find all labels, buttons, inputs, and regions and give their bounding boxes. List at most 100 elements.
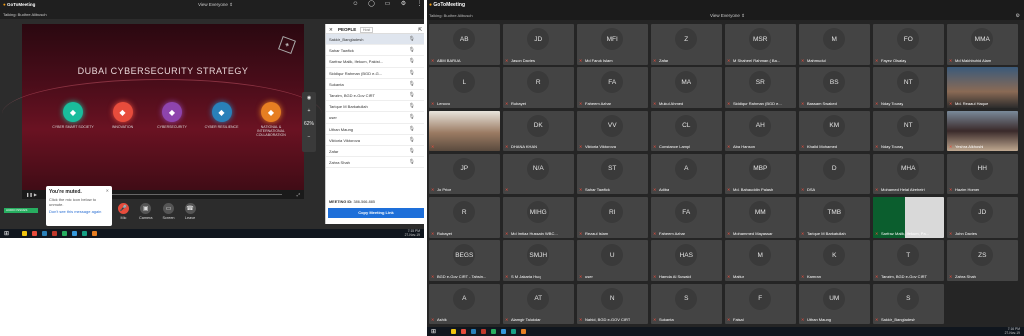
more-icon[interactable]: ⋮ [416, 1, 423, 8]
close-popup-icon[interactable]: ✕ [106, 188, 109, 193]
office-icon[interactable] [52, 231, 57, 236]
participant-tile[interactable]: U ✕ user [577, 240, 648, 281]
participant-tile[interactable]: RI ✕ Rezaul Islam [577, 197, 648, 238]
word-icon[interactable] [501, 329, 506, 334]
people-list-item[interactable]: Siddiqur Rahman (BGD e-G... 🎙 [326, 68, 424, 79]
participant-tile[interactable]: CL ✕ Constance Lampl [651, 110, 722, 152]
participant-tile[interactable]: VV ✕ Viktoria Viktorova [577, 110, 648, 152]
chrome-icon[interactable] [461, 329, 466, 334]
participant-tile[interactable]: ✕ [429, 110, 500, 152]
participant-tile[interactable]: JD ✕ Jason Davies [503, 24, 574, 65]
participant-tile[interactable]: S ✕ Sakkir_Bangladesh [873, 283, 944, 325]
windows-icon[interactable]: ⊞ [4, 230, 9, 237]
participant-tile[interactable]: FO ✕ Fayez Olsaiay [873, 24, 944, 65]
screen-button[interactable]: ▭ Screen [163, 203, 175, 220]
participant-tile[interactable]: DK ✕ DHANA KHAN [503, 110, 574, 152]
participant-tile[interactable]: NT ✕ Nday Touray [873, 67, 944, 108]
participant-tile[interactable]: MA ✕ Mukul Ahmed [651, 67, 722, 108]
chrome-icon[interactable] [32, 231, 37, 236]
settings-icon[interactable]: ⚙ [1016, 13, 1020, 19]
people-list-item[interactable]: Sakkir_Bangladesh 🎙 [326, 34, 424, 46]
popout-icon[interactable]: ⇱ [418, 27, 422, 33]
folder-icon[interactable] [22, 231, 27, 236]
participant-tile[interactable]: HAS ✕ Hamda Al Suwaidi [651, 240, 722, 281]
whatsapp-icon[interactable] [62, 231, 67, 236]
participant-tile[interactable]: ✕ Yeshra Alkhoshi [947, 110, 1018, 152]
participant-tile[interactable]: BEGS ✕ BGD e-Gov CIRT - Tahsin... [429, 240, 500, 281]
people-list-item[interactable]: user 🎙 [326, 112, 424, 124]
participant-tile[interactable]: ST ✕ Sahar Tawfick [577, 153, 648, 195]
people-list-item[interactable]: Uthan Maung 🎙 [326, 124, 424, 135]
participant-tile[interactable]: MBP ✕ Md. Bahauddin Palash [725, 153, 796, 195]
participant-tile[interactable]: FA ✕ Faheem Azhar [577, 67, 648, 108]
participant-tile[interactable]: N/A ✕ [503, 153, 574, 195]
participant-tile[interactable]: N ✕ Nahid, BGD e-GOV CIRT [577, 283, 648, 325]
participant-tile[interactable]: ✕ Md. Reaaul Haque [947, 67, 1018, 108]
participant-tile[interactable]: F ✕ Faisal [725, 283, 796, 325]
participant-tile[interactable]: MFI ✕ Md Faruk Islam [577, 24, 648, 65]
dont-show-link[interactable]: Don't see this message again [49, 209, 109, 214]
participant-tile[interactable]: MIHG ✕ Md Imtiaz Hussain WBC... [503, 197, 574, 238]
screen-icon[interactable]: ▭ [384, 1, 391, 8]
participant-tile[interactable]: ZS ✕ Zahra Shah [947, 240, 1018, 281]
people-list-item[interactable]: Tarique M Barkatullah 🎙 [326, 101, 424, 113]
view-selector[interactable]: View Everyone ⇕ [198, 2, 233, 8]
participant-tile[interactable]: MM ✕ Mohammed Mayassar [725, 197, 796, 238]
participant-tile[interactable]: FA ✕ Faheem Azhar [651, 197, 722, 238]
folder-icon[interactable] [451, 329, 456, 334]
participant-tile[interactable]: MSR ✕ M Shaheel Rahman ( Ba... [725, 24, 796, 65]
participant-tile[interactable]: A ✕ Ashik [429, 283, 500, 325]
view-selector[interactable]: View Everyone ⇕ [710, 13, 745, 19]
settings-icon[interactable]: ⚙ [400, 1, 407, 8]
participant-tile[interactable]: K ✕ Kamran [799, 240, 870, 281]
participant-tile[interactable]: Z ✕ Zafar [651, 24, 722, 65]
participant-tile[interactable]: AH ✕ Aba Hanson [725, 110, 796, 152]
leave-button[interactable]: ☎ Leave [184, 203, 196, 220]
play-pause-icon[interactable]: ❚❚ ▶ [26, 192, 37, 197]
participant-tile[interactable]: JP ✕ Jo Price [429, 153, 500, 195]
participant-tile[interactable]: SR ✕ Siddiqur Rahman (BGD e... [725, 67, 796, 108]
office-icon[interactable] [481, 329, 486, 334]
whatsapp-icon[interactable] [491, 329, 496, 334]
people-icon[interactable]: ☺ [352, 1, 359, 8]
word-icon[interactable] [72, 231, 77, 236]
participant-tile[interactable]: S ✕ Sukanta [651, 283, 722, 325]
edge-icon[interactable] [471, 329, 476, 334]
zoom-in-icon[interactable]: + [302, 105, 316, 118]
camera-button[interactable]: ▣ Camera [139, 203, 153, 220]
gotomeeting-icon[interactable] [92, 231, 97, 236]
windows-icon[interactable]: ⊞ [431, 328, 436, 335]
people-list-item[interactable]: Sahar Tawfick 🎙 [326, 45, 424, 57]
participant-tile[interactable]: JD ✕ John Davies [947, 197, 1018, 238]
participant-tile[interactable]: M ✕ Maitur [725, 240, 796, 281]
participant-tile[interactable]: NT ✕ Nday Touray [873, 110, 944, 152]
participant-tile[interactable]: R ✕ Rubayet [429, 197, 500, 238]
excel-icon[interactable] [82, 231, 87, 236]
participant-tile[interactable]: BS ✕ Bassam Swaked [799, 67, 870, 108]
copy-meeting-link-button[interactable]: Copy Meeting Link [328, 208, 424, 218]
mic-button[interactable]: 🎤 Mic [118, 203, 129, 220]
participant-tile[interactable]: AT ✕ Alamgir Talukdar [503, 283, 574, 325]
people-list-item[interactable]: Sukanta 🎙 [326, 79, 424, 90]
participant-tile[interactable]: ✕ Sarfraz Malik, Ifekum, Pa... [873, 197, 944, 238]
participant-tile[interactable]: D ✕ DSA [799, 153, 870, 195]
close-icon[interactable]: ✕ [329, 27, 333, 33]
participant-tile[interactable]: AB ✕ ABM BARUA [429, 24, 500, 65]
people-list-item[interactable]: Viktoria Viktorova 🎙 [326, 135, 424, 146]
participant-tile[interactable]: M ✕ Mahmudul [799, 24, 870, 65]
zoom-out-icon[interactable]: − [302, 131, 316, 144]
audio-issues-badge[interactable]: AUDIO ISSUES [4, 208, 38, 213]
chat-icon[interactable]: ◯ [368, 1, 375, 8]
participant-tile[interactable]: UM ✕ Uthan Maung [799, 283, 870, 325]
edge-icon[interactable] [42, 231, 47, 236]
participant-tile[interactable]: MHA ✕ Mohamed Helal Alreheiri [873, 153, 944, 195]
participant-tile[interactable]: SMJH ✕ S M Jakaria Huq [503, 240, 574, 281]
excel-icon[interactable] [511, 329, 516, 334]
participant-tile[interactable]: R ✕ Rubayet [503, 67, 574, 108]
participant-tile[interactable]: KM ✕ Khalid Mohamed [799, 110, 870, 152]
people-list-item[interactable]: Zafar 🎙 [326, 146, 424, 158]
people-list-item[interactable]: Zahra Shah 🎙 [326, 157, 424, 169]
participant-tile[interactable]: A ✕ Adiba [651, 153, 722, 195]
fullscreen-icon[interactable]: ⤢ [297, 192, 300, 197]
people-list-item[interactable]: Sarfraz Malik, Ifekum, Pakist... 🎙 [326, 56, 424, 68]
